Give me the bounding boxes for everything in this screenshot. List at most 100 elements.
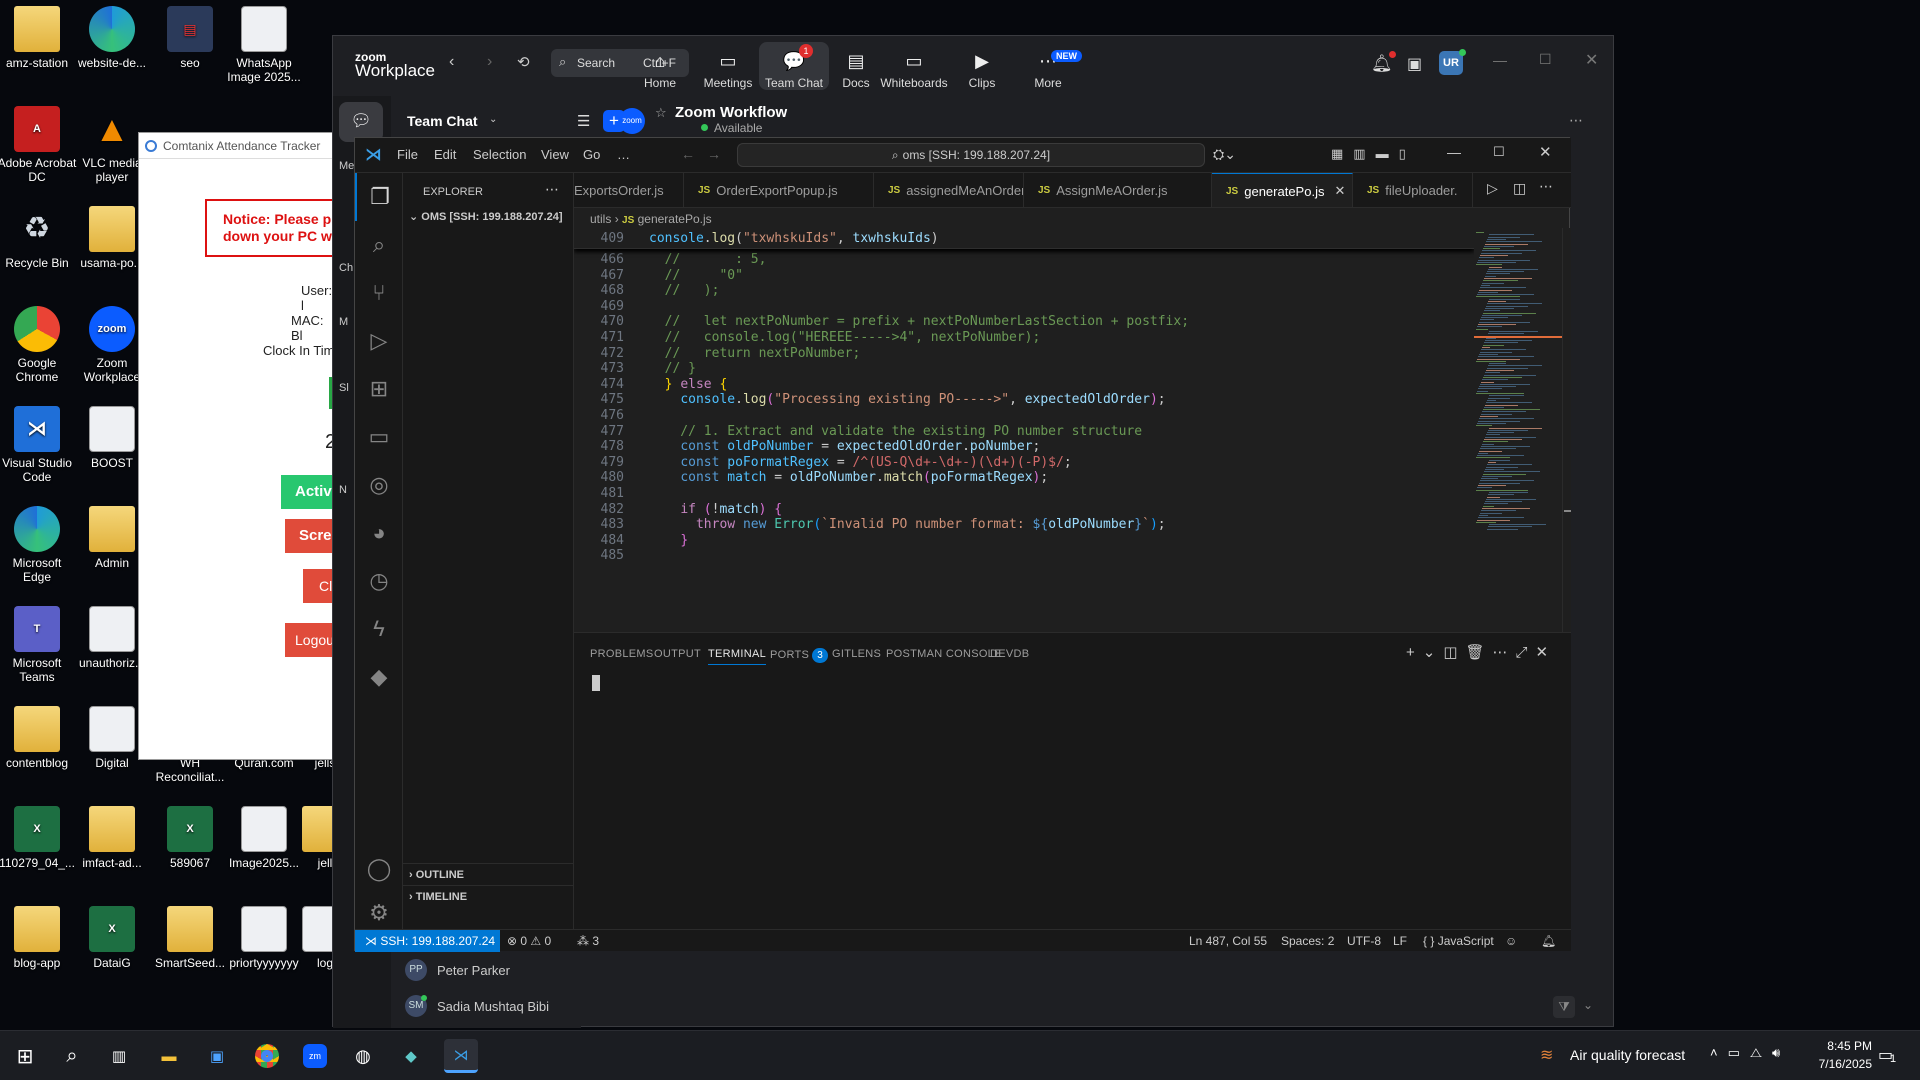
calendar-icon[interactable]: ▣ <box>1407 54 1422 74</box>
language-mode[interactable]: { } JavaScript <box>1423 930 1494 952</box>
rail-item[interactable]: Ch <box>339 262 353 274</box>
thunder-client-icon[interactable]: ϟ <box>355 605 403 653</box>
more-options-icon[interactable]: ⋯ <box>1569 112 1583 129</box>
panel-tab-ports[interactable]: PORTS 3 <box>770 648 829 663</box>
rail-item[interactable]: M <box>339 316 348 328</box>
ports-indicator[interactable]: ⁂ 3 <box>577 930 599 952</box>
remote-indicator[interactable]: ⋊ SSH: 199.188.207.24 <box>355 930 500 952</box>
tab-assignedmeanorder-js[interactable]: JS assignedMeAnOrder.js <box>874 173 1024 207</box>
timeline-icon[interactable]: ◷ <box>355 557 403 605</box>
forward-icon[interactable]: › <box>487 53 492 71</box>
rail-item[interactable]: Sl <box>339 382 349 394</box>
rail-item[interactable]: Me <box>339 160 354 172</box>
run-icon[interactable]: ▷ <box>1487 180 1498 197</box>
app-taskbar-icon[interactable]: ◍ <box>346 1039 380 1073</box>
active-button[interactable]: Active <box>281 475 340 509</box>
copilot-icon[interactable]: ⛭⌄ <box>1213 146 1236 163</box>
maximize-icon[interactable]: ☐ <box>1493 144 1505 160</box>
menu-more[interactable]: … <box>617 147 630 162</box>
windows-start-icon[interactable]: ⊞ <box>8 1039 42 1073</box>
chat-rail-icon[interactable]: 💬︎ <box>339 102 383 142</box>
explorer-icon[interactable]: ❐ <box>355 173 403 221</box>
search-icon[interactable]: ⌕ <box>355 221 403 269</box>
panel-tab-gitlens[interactable]: GITLENS <box>832 648 881 660</box>
panel-tab-terminal[interactable]: TERMINAL <box>708 648 767 665</box>
timeline-section[interactable]: › TIMELINE <box>403 885 573 907</box>
close-icon[interactable]: ✕ <box>1334 183 1345 199</box>
desktop-icon[interactable]: X DataiG <box>72 906 152 970</box>
close-icon[interactable]: ✕ <box>1585 50 1598 70</box>
search-icon[interactable]: ⌕ <box>55 1039 89 1073</box>
zoom-nav-meetings[interactable]: ▭ Meetings <box>693 50 763 90</box>
desktop-icon[interactable]: contentblog <box>0 706 77 770</box>
menu-file[interactable]: File <box>397 147 418 162</box>
weather-icon[interactable]: ≋ <box>1540 1045 1553 1065</box>
chevron-down-icon[interactable]: ⌄ <box>489 114 497 125</box>
store-icon[interactable]: ▣ <box>200 1039 234 1073</box>
desktop-icon[interactable]: WhatsApp Image 2025... <box>224 6 304 84</box>
notifications-bell-icon[interactable]: 🔔︎ <box>1541 930 1556 952</box>
cursor-position[interactable]: Ln 487, Col 55 <box>1189 930 1267 952</box>
zoom-nav-whiteboards[interactable]: ▭ Whiteboards <box>879 50 949 90</box>
gitlens-icon[interactable]: ◎ <box>355 461 403 509</box>
split-editor-icon[interactable]: ◫ <box>1513 180 1526 197</box>
run-debug-icon[interactable]: ▷ <box>355 317 403 365</box>
breadcrumb-folder[interactable]: utils <box>590 212 611 226</box>
desktop-icon[interactable]: ⋊ Visual Studio Code <box>0 406 77 484</box>
panel-tab-postman-console[interactable]: POSTMAN CONSOLE <box>886 648 1002 660</box>
zoom-nav-team-chat[interactable]: 💬 Team Chat 1 <box>759 42 829 90</box>
rail-item[interactable]: N <box>339 484 347 496</box>
menu-edit[interactable]: Edit <box>434 147 456 162</box>
zoom-taskbar-icon[interactable]: zm <box>298 1039 332 1073</box>
clock-time[interactable]: 8:45 PM <box>1810 1039 1872 1053</box>
zoom-nav-more[interactable]: ⋯ More NEW <box>1013 50 1083 90</box>
postman-icon[interactable]: ◕ <box>355 509 403 557</box>
indentation[interactable]: Spaces: 2 <box>1281 930 1334 952</box>
desktop-icon[interactable]: amz-station <box>0 6 77 70</box>
explorer-root[interactable]: ⌄ OMS [SSH: 199.188.207.24] <box>409 207 574 227</box>
extensions-icon[interactable]: ⊞ <box>355 365 403 413</box>
more-actions-icon[interactable]: ⋯ <box>545 181 559 198</box>
minimize-icon[interactable]: — <box>1493 52 1507 68</box>
menu-view[interactable]: View <box>541 147 569 162</box>
star-icon[interactable]: ☆ <box>655 105 667 121</box>
task-view-icon[interactable]: ▥ <box>102 1039 136 1073</box>
back-icon[interactable]: ‹ <box>449 53 454 71</box>
accounts-icon[interactable]: ◯ <box>355 845 403 893</box>
desktop-icon[interactable]: X 110279_04_... <box>0 806 77 870</box>
contact-row[interactable]: SM Sadia Mushtaq Bibi <box>405 993 549 1019</box>
sticky-scroll[interactable]: 409 console.log("txwhskuIds", txwhskuIds) <box>574 228 1474 249</box>
vscode-taskbar-icon[interactable]: ⋊ <box>444 1039 478 1073</box>
panel-tab-devdb[interactable]: DEVDB <box>990 648 1029 660</box>
minimize-icon[interactable]: — <box>1447 144 1461 160</box>
desktop-icon[interactable]: website-de... <box>72 6 152 70</box>
tab-exportsorder-js[interactable]: ExportsOrder.js <box>574 173 684 207</box>
problems-indicator[interactable]: ⊗ 0 ⚠ 0 <box>507 930 551 952</box>
clock-date[interactable]: 7/16/2025 <box>1810 1057 1872 1071</box>
desktop-icon[interactable]: ▤ seo <box>150 6 230 70</box>
forward-icon[interactable]: → <box>707 146 721 162</box>
back-icon[interactable]: ← <box>681 146 695 162</box>
more-actions-icon[interactable]: ⋯ <box>1539 178 1553 195</box>
filter-icon[interactable]: ☰ <box>577 112 590 130</box>
python-icon[interactable]: ◆ <box>355 653 403 701</box>
close-icon[interactable]: ✕ <box>1539 143 1552 161</box>
terminal-actions[interactable]: +⌄◫🗑︎⋯⤢✕ <box>1406 643 1556 661</box>
weather-label[interactable]: Air quality forecast <box>1570 1047 1685 1063</box>
desktop-icon[interactable]: ♻ Recycle Bin <box>0 206 77 271</box>
desktop-icon[interactable]: blog-app <box>0 906 77 970</box>
terminal-area[interactable] <box>574 671 1571 930</box>
menu-go[interactable]: Go <box>583 147 600 162</box>
file-explorer-icon[interactable]: ▬ <box>152 1039 186 1073</box>
scroll-thumb[interactable] <box>1564 510 1571 512</box>
menu-selection[interactable]: Selection <box>473 147 526 162</box>
source-control-icon[interactable]: ⑂ <box>355 269 403 317</box>
outline-section[interactable]: › OUTLINE <box>403 863 573 885</box>
chrome-taskbar-icon[interactable] <box>250 1039 284 1073</box>
chevron-down-icon[interactable]: ⌄ <box>1583 998 1593 1012</box>
copilot-status-icon[interactable]: ☺ <box>1505 930 1517 952</box>
logout-button[interactable]: Logou <box>285 623 339 657</box>
end-of-line[interactable]: LF <box>1393 930 1407 952</box>
zoom-nav-home[interactable]: ⌂ Home <box>625 50 695 90</box>
zoom-nav-clips[interactable]: ▶ Clips <box>947 50 1017 90</box>
